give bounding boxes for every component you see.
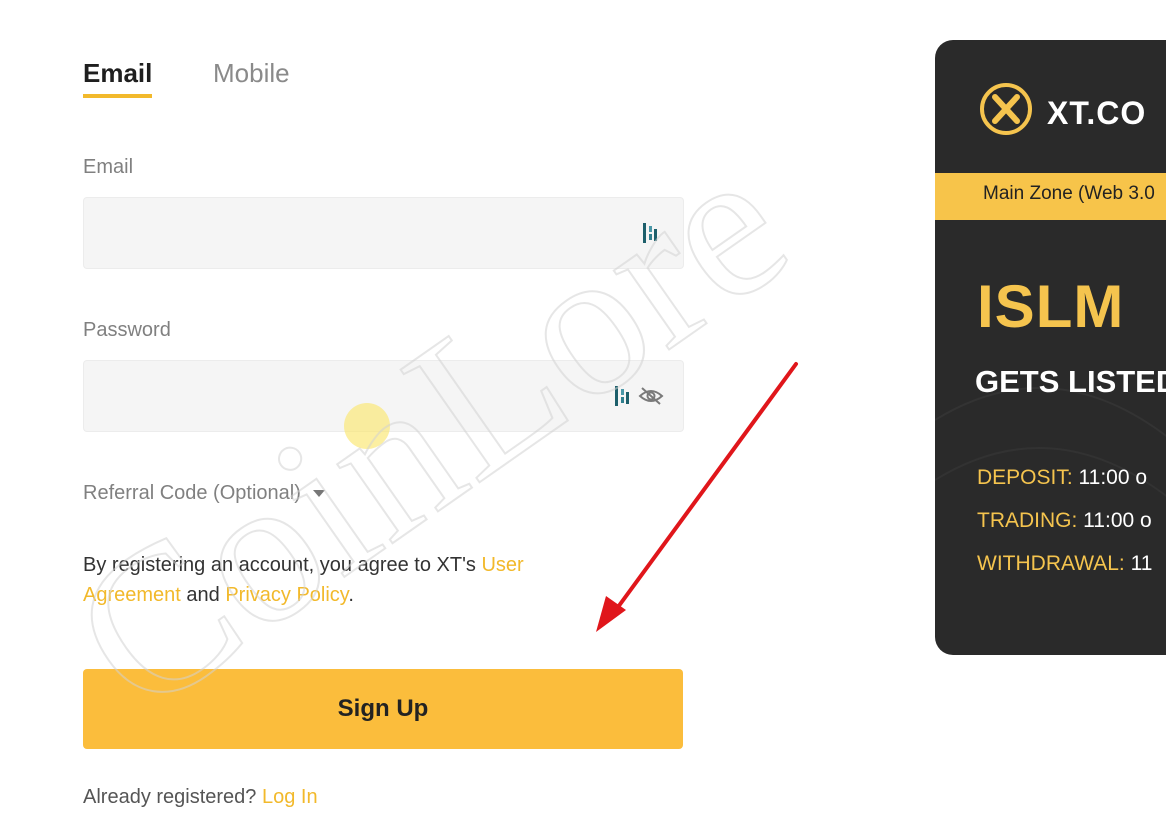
zone-strip: Main Zone (Web 3.0 [935, 173, 1166, 220]
referral-code-toggle[interactable]: Referral Code (Optional) [83, 482, 325, 505]
schedule-trading: TRADING: 11:00 o [977, 509, 1152, 533]
referral-code-label: Referral Code (Optional) [83, 482, 301, 504]
password-manager-icon[interactable] [641, 222, 659, 244]
schedule-withdrawal: WITHDRAWAL: 11 [977, 552, 1152, 576]
schedule-key: TRADING: [977, 509, 1078, 532]
password-label: Password [83, 319, 171, 341]
email-label: Email [83, 156, 134, 178]
agreement-prefix: By registering an account, you agree to … [83, 554, 482, 576]
schedule-value: 11:00 o [1072, 466, 1148, 489]
schedule-key: DEPOSIT: [977, 466, 1073, 489]
email-field-wrapper [83, 197, 684, 269]
log-in-link[interactable]: Log In [262, 786, 318, 808]
caret-down-icon [312, 490, 325, 498]
privacy-policy-link[interactable]: Privacy Policy [225, 584, 348, 606]
schedule-value: 11:00 o [1077, 509, 1152, 532]
schedule-deposit: DEPOSIT: 11:00 o [977, 466, 1147, 490]
banner-logo-text: XT.CO [1047, 95, 1147, 131]
already-registered-text: Already registered? [83, 786, 262, 808]
zone-label: Main Zone (Web 3.0 [983, 183, 1155, 204]
eye-off-icon[interactable] [638, 385, 664, 407]
active-tab-underline [83, 94, 152, 98]
tab-mobile[interactable]: Mobile [213, 58, 290, 89]
password-manager-icon[interactable] [613, 385, 631, 407]
agreement-text: By registering an account, you agree to … [83, 550, 583, 610]
banner-headline: ISLM [977, 273, 1125, 340]
login-prompt: Already registered? Log In [83, 786, 318, 809]
schedule-value: 11 [1124, 552, 1153, 575]
banner-subheadline: GETS LISTED [975, 364, 1166, 399]
promo-banner[interactable]: XT.CO Main Zone (Web 3.0 ISLM GETS LISTE… [935, 40, 1166, 655]
cursor-highlight [344, 403, 390, 449]
email-input[interactable] [84, 198, 636, 268]
schedule-key: WITHDRAWAL: [977, 552, 1125, 575]
tab-email[interactable]: Email [83, 58, 152, 89]
sign-up-button[interactable]: Sign Up [83, 669, 683, 749]
xt-logo-icon [980, 83, 1032, 135]
agreement-and: and [180, 584, 226, 606]
agreement-suffix: . [348, 584, 354, 606]
